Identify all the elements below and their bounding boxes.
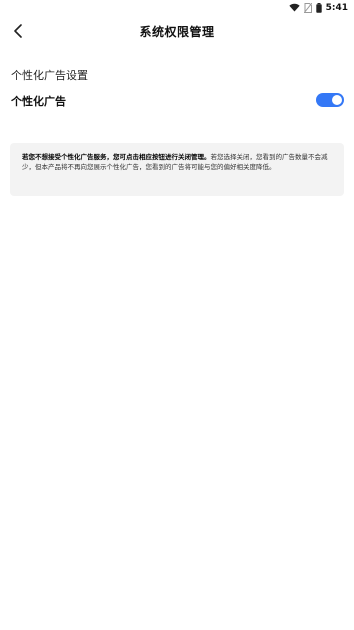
personalized-ads-toggle[interactable] xyxy=(316,93,344,107)
toggle-knob xyxy=(332,95,342,105)
personalized-ads-row: 个性化广告 xyxy=(0,90,354,110)
notice-text-highlight: 若您不想接受个性化广告服务，您可点击相应按钮进行关闭管理。 xyxy=(22,153,211,161)
status-time: 5:41 xyxy=(325,2,348,13)
page-title: 系统权限管理 xyxy=(139,25,215,39)
nav-bar: 系统权限管理 xyxy=(0,18,354,46)
section-title: 个性化广告设置 xyxy=(11,69,88,82)
sim-off-icon xyxy=(303,2,312,13)
notice-box: 若您不想接受个性化广告服务，您可点击相应按钮进行关闭管理。若您选择关闭，您看到的… xyxy=(10,143,344,196)
battery-icon xyxy=(315,2,322,13)
personalized-ads-label: 个性化广告 xyxy=(11,95,66,108)
status-bar: 5:41 xyxy=(0,0,354,15)
wifi-icon xyxy=(288,3,300,12)
notice-text: 若您不想接受个性化广告服务，您可点击相应按钮进行关闭管理。若您选择关闭，您看到的… xyxy=(22,153,332,172)
